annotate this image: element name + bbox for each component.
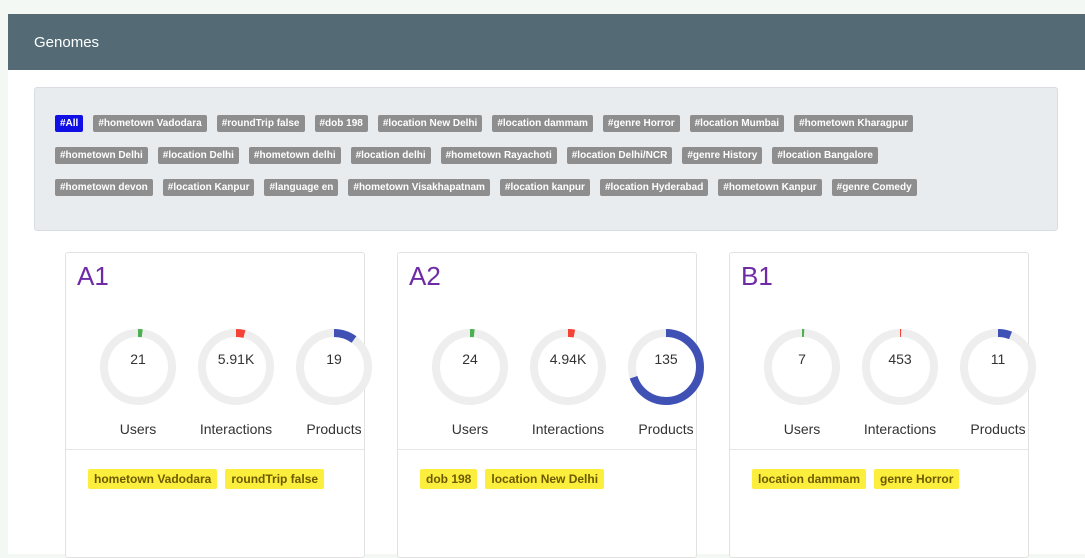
metric-label: Products — [638, 421, 694, 437]
panel-header: Genomes — [8, 14, 1085, 70]
gauge-track — [432, 329, 508, 405]
panel-title: Genomes — [34, 33, 100, 51]
genome-tag[interactable]: dob 198 — [420, 469, 478, 489]
genome-card[interactable]: B1 7 Users 453 Interactions 11 Products locatio… — [729, 252, 1036, 558]
genome-tag[interactable]: location dammam — [752, 469, 867, 489]
filter-tag[interactable]: #language en — [264, 179, 339, 196]
tag-filter-box: #All #hometown Vadodara #roundTrip false #d… — [34, 87, 1058, 231]
gauge-ring — [100, 329, 176, 405]
card-divider — [66, 449, 364, 450]
genomes-panel: Genomes #All #hometown Vadodara #roundTrip… — [8, 14, 1085, 558]
genome-tag[interactable]: location New Delhi — [485, 469, 605, 489]
gauge-track — [764, 329, 840, 405]
filter-tag[interactable]: #location New Delhi — [377, 115, 483, 132]
filter-tag[interactable]: #location delhi — [350, 147, 431, 164]
genome-card[interactable]: A1 21 Users 5.91K Interactions 19 Products home… — [65, 252, 372, 558]
card-divider — [398, 449, 696, 450]
tag-row-3: #hometown devon #location Kanpur #language… — [55, 179, 917, 196]
filter-tag[interactable]: #hometown Rayachoti — [440, 147, 557, 164]
genome-card[interactable]: A2 24 Users 4.94K Interactions 135 Products dob… — [397, 252, 704, 558]
metric-products: 135 Products — [626, 327, 706, 437]
filter-tag[interactable]: #All — [55, 115, 84, 132]
filter-tag[interactable]: #genre Comedy — [831, 179, 917, 196]
metric-label: Products — [306, 421, 362, 437]
filter-tag[interactable]: #location Delhi/NCR — [566, 147, 673, 164]
gauge-ring — [530, 329, 606, 405]
filter-tag[interactable]: #hometown Visakhapatnam — [348, 179, 490, 196]
filter-tag[interactable]: #hometown Delhi — [55, 147, 148, 164]
filter-tag[interactable]: #location Bangalore — [772, 147, 878, 164]
metric-products: 19 Products — [294, 327, 374, 437]
card-tags: hometown Vadodara roundTrip false — [88, 469, 325, 489]
metric-interactions: 453 Interactions — [860, 327, 940, 437]
metric-value: 5.91K — [217, 351, 255, 367]
gauge-ring — [628, 329, 704, 405]
gauge-track — [296, 329, 372, 405]
filter-tag[interactable]: #location Hyderabad — [599, 179, 709, 196]
filter-tag[interactable]: #hometown Kharagpur — [794, 115, 913, 132]
filter-tag[interactable]: #location Mumbai — [689, 115, 785, 132]
metric-value: 11 — [990, 351, 1006, 367]
gauge-ring — [432, 329, 508, 405]
filter-tag[interactable]: #roundTrip false — [216, 115, 305, 132]
filter-tag[interactable]: #hometown Vadodara — [93, 115, 207, 132]
filter-tag[interactable]: #hometown devon — [55, 179, 153, 196]
metric-interactions: 5.91K Interactions — [196, 327, 276, 437]
metric-value: 19 — [326, 351, 342, 367]
gauge-ring — [198, 329, 274, 405]
metric-users: 21 Users — [98, 327, 178, 437]
gauge-track — [862, 329, 938, 405]
metric-value: 21 — [130, 351, 146, 367]
gauge-track — [530, 329, 606, 405]
gauge-ring — [960, 329, 1036, 405]
genome-tag[interactable]: roundTrip false — [225, 469, 325, 489]
gauge-ring — [764, 329, 840, 405]
filter-tag[interactable]: #hometown Kanpur — [718, 179, 822, 196]
gauge-track — [960, 329, 1036, 405]
tag-row-1: #All #hometown Vadodara #roundTrip false #d… — [55, 115, 913, 132]
metric-value: 7 — [798, 351, 806, 367]
filter-tag[interactable]: #dob 198 — [314, 115, 368, 132]
genome-tag[interactable]: genre Horror — [874, 469, 960, 489]
metric-value: 24 — [462, 351, 478, 367]
metric-label: Products — [970, 421, 1026, 437]
filter-tag[interactable]: #genre Horror — [602, 115, 680, 132]
card-tags: location dammam genre Horror — [752, 469, 960, 489]
gauge-track — [100, 329, 176, 405]
card-title: A1 — [77, 261, 109, 291]
genome-tag[interactable]: hometown Vadodara — [88, 469, 218, 489]
metric-products: 11 Products — [958, 327, 1038, 437]
card-tags: dob 198 location New Delhi — [420, 469, 605, 489]
card-title: B1 — [741, 261, 773, 291]
metric-value: 453 — [888, 351, 912, 367]
metric-interactions: 4.94K Interactions — [528, 327, 608, 437]
metric-value: 135 — [654, 351, 678, 367]
card-divider — [730, 449, 1028, 450]
gauge-track — [198, 329, 274, 405]
gauge-ring — [296, 329, 372, 405]
tag-row-2: #hometown Delhi #location Delhi #hometown … — [55, 147, 878, 164]
filter-tag[interactable]: #location Kanpur — [162, 179, 255, 196]
filter-tag[interactable]: #genre History — [682, 147, 763, 164]
metric-value: 4.94K — [549, 351, 587, 367]
filter-tag[interactable]: #hometown delhi — [248, 147, 341, 164]
metric-users: 24 Users — [430, 327, 510, 437]
filter-tag[interactable]: #location dammam — [492, 115, 593, 132]
filter-tag[interactable]: #location Delhi — [157, 147, 239, 164]
card-title: A2 — [409, 261, 441, 291]
metric-users: 7 Users — [762, 327, 842, 437]
gauge-ring — [862, 329, 938, 405]
filter-tag[interactable]: #location kanpur — [499, 179, 590, 196]
